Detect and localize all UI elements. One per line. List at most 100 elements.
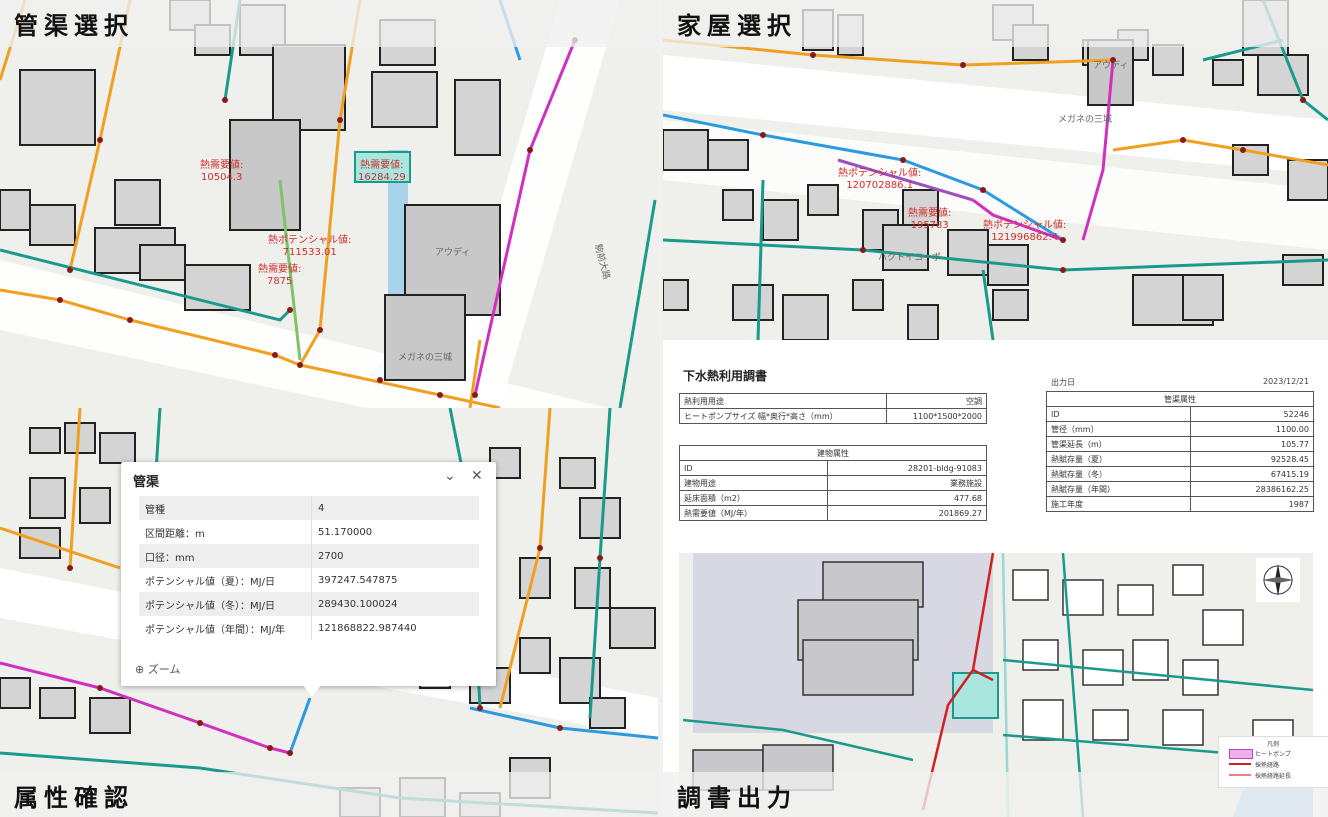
- building-value: 477.68: [826, 490, 988, 506]
- heat-demand-caption: 熱需要値:: [258, 264, 302, 275]
- heat-demand-value: 7875: [266, 276, 293, 287]
- legend-item: ヒートポンプ: [1255, 751, 1291, 758]
- map-canvas[interactable]: [663, 0, 1328, 340]
- building-label: アウディ: [435, 248, 471, 258]
- collapse-chevron-icon[interactable]: ⌄: [444, 468, 456, 484]
- pipe-key: 熱賦存量（冬）: [1046, 466, 1191, 482]
- table-row: 熱賦存量（夏） 92528.45: [1046, 451, 1315, 467]
- building-key: ID: [679, 460, 828, 476]
- building-value: 28201-bldg-91083: [826, 460, 988, 476]
- pipe-attribute-table: 管渠属性 ID 52246 管径（mm） 1100.00 管渠延長（m） 105.77…: [1046, 391, 1315, 512]
- table-row: 熱賦存量（冬） 67415.19: [1046, 466, 1315, 482]
- table-header-row: 建物属性: [679, 445, 987, 461]
- building-key: 熱需要値（MJ/年）: [679, 505, 828, 521]
- attribute-key: 区間距離：m: [139, 520, 312, 544]
- legend-item: 採熱経路延長: [1255, 773, 1292, 780]
- heat-demand-caption: 熱需要値:: [908, 208, 952, 219]
- pipe-value: 67415.19: [1189, 466, 1315, 482]
- pipe-key: 施工年度: [1046, 496, 1191, 512]
- heat-demand-label: 熱需要値: 10504.3: [200, 160, 243, 184]
- attribute-value: 4: [311, 496, 479, 520]
- heat-potential-caption: 熱ポテンシャル値:: [268, 235, 352, 246]
- attribute-table: 管種 4 区間距離：m 51.170000 口径：mm 2700 ポテンシャル値（夏）…: [139, 496, 479, 640]
- panel-title: 属性確認: [0, 772, 658, 817]
- map-panel-house-select[interactable]: 熱ポテンシャル値: 120702886.1 熱需要値: 195783 熱ポテンシャル…: [663, 0, 1328, 340]
- attribute-key: ポテンシャル値（年間）：MJ/年: [139, 616, 312, 640]
- attribute-key: 管種: [139, 496, 312, 520]
- table-row: 区間距離：m 51.170000: [139, 520, 479, 544]
- table-row: 施工年度 1987: [1046, 496, 1315, 512]
- attribute-value: 289430.100024: [311, 592, 479, 616]
- legend-item: 採熱経路: [1255, 762, 1280, 769]
- attribute-value: 397247.547875: [318, 574, 398, 586]
- zoom-icon: ⊕: [135, 663, 145, 676]
- table-row: ポテンシャル値（年間）：MJ/年 121868822.987440: [139, 616, 479, 640]
- building-key: 建物用途: [679, 475, 828, 491]
- table-row: ID 28201-bldg-91083: [679, 460, 988, 476]
- popup-pointer: [303, 685, 321, 697]
- attribute-popup: 管渠 ⌄ ✕ 管種 4 区間距離：m 51.170000 口径：mm 2700 ポテン…: [121, 462, 496, 697]
- attribute-key: ポテンシャル値（冬）：MJ/日: [139, 592, 312, 616]
- heat-potential-label: 熱ポテンシャル値: 121996862.4: [983, 220, 1066, 244]
- heat-potential-value: 120702886.1: [846, 180, 914, 191]
- table-row: 熱利用用途 空調: [678, 393, 987, 409]
- legend-route-swatch: [1229, 763, 1251, 765]
- map-canvas[interactable]: [0, 0, 658, 408]
- close-icon[interactable]: ✕: [471, 468, 483, 484]
- usage-value: 1100*1500*2000: [886, 408, 987, 424]
- building-value: 201869.27: [826, 505, 988, 521]
- pipe-value: 92528.45: [1189, 451, 1315, 467]
- table-row: ID 52246: [1046, 406, 1315, 422]
- table-row: ポテンシャル値（夏）：MJ/日 397247.547875: [139, 568, 479, 592]
- heat-demand-label: 熱需要値: 195783: [908, 208, 951, 232]
- legend-route-extension-swatch: [1229, 774, 1251, 776]
- panel-title: 管渠選択: [0, 0, 658, 47]
- heat-potential-value: 711533.01: [282, 247, 337, 258]
- table-row: ヒートポンプサイズ 幅*奥行*高さ（mm） 1100*1500*2000: [678, 408, 987, 424]
- table-row: 熱賦存量（年間） 28386162.25: [1046, 481, 1315, 497]
- building-attribute-header: 建物属性: [679, 445, 987, 461]
- heat-potential-label: 熱ポテンシャル値: 120702886.1: [838, 168, 921, 192]
- building-label: アウディ: [1093, 61, 1129, 71]
- pipe-key: 管渠延長（m）: [1046, 436, 1191, 452]
- zoom-button[interactable]: ⊕ ズーム: [135, 661, 180, 677]
- building-key: 延床面積（m2）: [679, 490, 828, 506]
- panel-title: 家屋選択: [663, 0, 1328, 47]
- heat-demand-label: 熱需要値: 16284.29: [358, 160, 406, 184]
- compass-icon: [1256, 558, 1300, 602]
- table-row: 延床面積（m2） 477.68: [679, 490, 988, 506]
- output-date-value: 2023/12/21: [1263, 377, 1310, 386]
- heat-demand-label: 熱需要値: 7875: [258, 264, 301, 288]
- building-label: メガネの三城: [1058, 115, 1113, 125]
- heat-demand-caption: 熱需要値:: [200, 160, 244, 171]
- building-attribute-table: 建物属性 ID 28201-bldg-91083 建物用途 業務施設 延床面積（m2…: [679, 445, 988, 521]
- usage-value: 空調: [886, 393, 987, 409]
- heat-demand-caption: 熱需要値:: [360, 160, 404, 171]
- building-value: 業務施設: [826, 475, 988, 491]
- attribute-value: 121868822.987440: [318, 622, 417, 634]
- attribute-key: 口径：mm: [139, 544, 312, 568]
- table-row: 口径：mm 2700: [139, 544, 479, 568]
- pipe-key: 管径（mm）: [1046, 421, 1191, 437]
- building-label: メガネの三城: [398, 353, 453, 363]
- pipe-value: 105.77: [1189, 436, 1315, 452]
- attribute-key: ポテンシャル値（夏）：MJ/日: [139, 568, 312, 592]
- pipe-key: 熱賦存量（年間）: [1046, 481, 1191, 497]
- output-date-label: 出力日: [1051, 378, 1075, 387]
- heat-potential-label: 熱ポテンシャル値: 711533.01: [268, 235, 351, 259]
- building-label: ハクトイコーポ: [878, 253, 942, 263]
- heat-demand-value: 10504.3: [201, 172, 243, 183]
- pipe-value: 28386162.25: [1189, 481, 1315, 497]
- pipe-key: ID: [1046, 406, 1191, 422]
- pipe-attribute-header: 管渠属性: [1046, 391, 1314, 407]
- attribute-value: 51.170000: [318, 526, 373, 538]
- heat-potential-caption: 熱ポテンシャル値:: [983, 220, 1067, 231]
- heat-demand-value: 195783: [910, 220, 949, 231]
- table-row: 管渠延長（m） 105.77: [1046, 436, 1315, 452]
- table-row: 熱需要値（MJ/年） 201869.27: [679, 505, 988, 521]
- pipe-value: 52246: [1189, 406, 1315, 422]
- map-panel-pipe-select[interactable]: 熱需要値: 10504.3 熱需要値: 16284.29 熱ポテンシャル値: 7115…: [0, 0, 658, 408]
- legend-heat-pump-swatch: [1229, 749, 1253, 759]
- heat-potential-value: 121996862.4: [991, 232, 1059, 243]
- attribute-value: 2700: [311, 544, 479, 568]
